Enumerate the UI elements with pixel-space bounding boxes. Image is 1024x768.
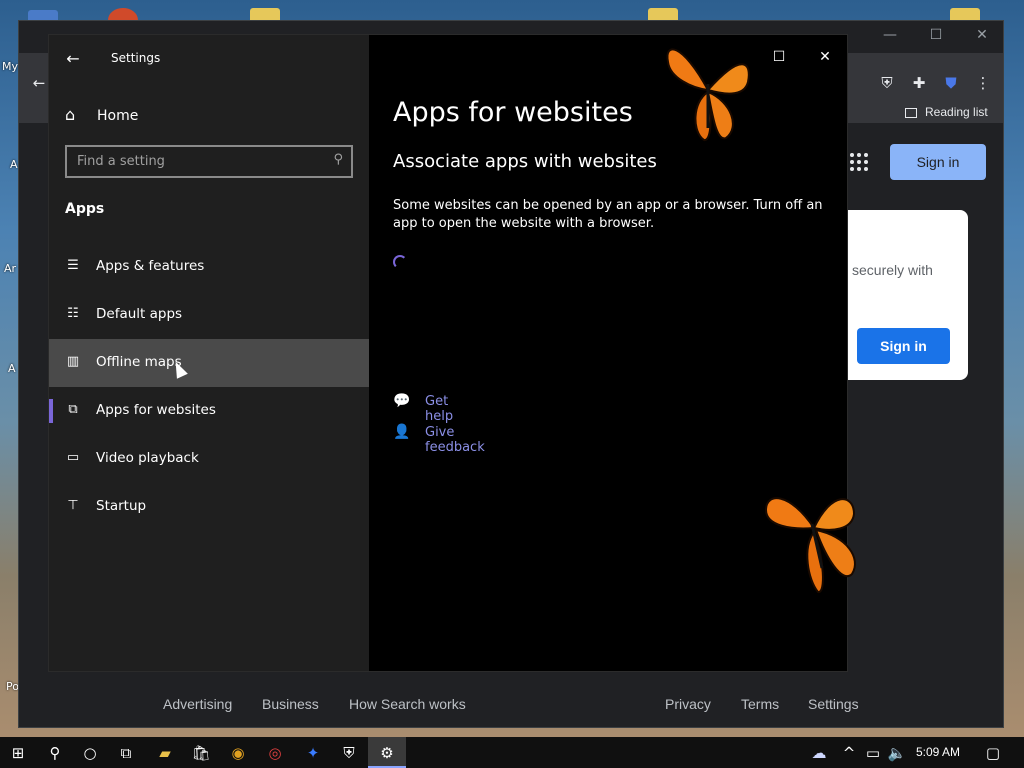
settings-sidebar: ⌂ Home Find a setting ⚲ Apps ☰ Apps & fe… [49, 35, 369, 671]
feedback-person-icon: 👤 [393, 424, 411, 440]
search-icon[interactable]: ⚲ [44, 742, 66, 764]
extensions-puzzle-icon[interactable]: ✚ [909, 73, 929, 93]
section-title: Associate apps with websites [393, 151, 657, 172]
reading-list-button[interactable]: Reading list [905, 105, 988, 119]
app-blue-icon[interactable]: ✦ [302, 742, 324, 764]
search-icon: ⚲ [333, 152, 343, 167]
footer-business-link[interactable]: Business [262, 696, 319, 712]
loading-spinner-icon [393, 255, 407, 269]
sidebar-home[interactable]: ⌂ Home [49, 99, 369, 133]
settings-gear-icon[interactable]: ⚙ [376, 742, 398, 764]
butterfly-icon [666, 48, 750, 141]
footer-advertising-link[interactable]: Advertising [163, 696, 232, 712]
help-chat-icon: 💬 [393, 393, 411, 409]
chrome-maximize-button[interactable]: ☐ [921, 27, 951, 43]
chrome-minimize-button[interactable]: — [875, 27, 905, 43]
taskbar-clock[interactable]: 5:09 AM [916, 745, 960, 759]
sidebar-item-label: Video playback [96, 450, 199, 466]
task-view-icon[interactable]: ⧉ [115, 742, 137, 764]
startup-icon: ⊤ [67, 498, 79, 513]
chrome-close-button[interactable]: ✕ [967, 27, 997, 43]
list-icon: ☰ [67, 258, 79, 273]
sidebar-item-apps-features[interactable]: ☰ Apps & features [49, 243, 369, 291]
footer-how-search-works-link[interactable]: How Search works [349, 696, 466, 712]
sidebar-item-label: Offline maps [96, 354, 182, 370]
get-help-label: Get help [425, 394, 454, 424]
desktop-label: A [10, 158, 18, 171]
onedrive-cloud-icon[interactable]: ☁ [808, 742, 830, 764]
video-icon: ▭ [66, 450, 80, 465]
sidebar-item-default-apps[interactable]: ☷ Default apps [49, 291, 369, 339]
chrome-icon[interactable]: ◉ [227, 742, 249, 764]
notifications-icon[interactable]: ▢ [982, 742, 1004, 764]
volume-muted-icon[interactable]: 🔈 [886, 742, 908, 764]
page-title: Apps for websites [393, 97, 633, 128]
sidebar-item-video-playback[interactable]: ▭ Video playback [49, 435, 369, 483]
sidebar-item-label: Default apps [96, 306, 183, 322]
selection-indicator [49, 399, 53, 423]
sidebar-item-apps-for-websites[interactable]: ⧉ Apps for websites [49, 387, 369, 435]
adblock-extension-icon[interactable]: ⛨ [877, 73, 897, 93]
card-sign-in-button[interactable]: Sign in [857, 328, 950, 364]
reading-list-label: Reading list [925, 105, 988, 119]
sign-in-card: securely with Sign in [848, 210, 968, 380]
sidebar-item-offline-maps[interactable]: ▥ Offline maps [49, 339, 369, 387]
store-icon[interactable]: 🛍 [190, 742, 212, 764]
map-icon: ▥ [66, 354, 80, 369]
file-explorer-icon[interactable]: ▰ [154, 742, 176, 764]
section-header: Apps [65, 201, 105, 217]
back-arrow-icon[interactable]: ← [61, 47, 85, 71]
chrome-menu-icon[interactable]: ⋮ [973, 73, 993, 93]
taskbar: ⊞ ⚲ ○ ⧉ ▰ 🛍 ◉ ◎ ✦ ⛨ ⚙ ☁ ^ ▭ 🔈 5:09 AM ▢ [0, 737, 1024, 768]
desktop-label: Ar [4, 262, 17, 275]
footer-terms-link[interactable]: Terms [741, 696, 779, 712]
sign-in-card-text: securely with [852, 262, 933, 278]
windows-start-icon[interactable]: ⊞ [7, 742, 29, 764]
give-feedback-label: Give feedback [425, 425, 485, 455]
sidebar-item-label: Startup [96, 498, 147, 514]
google-sign-in-button[interactable]: Sign in [890, 144, 986, 180]
cortana-icon[interactable]: ○ [79, 742, 101, 764]
security-icon[interactable]: ⛨ [338, 742, 360, 764]
chrome-back-icon[interactable]: ← [29, 73, 49, 93]
desktop-label: A [8, 362, 16, 375]
google-apps-icon[interactable] [850, 153, 868, 171]
window-title: Settings [111, 51, 161, 65]
sidebar-item-startup[interactable]: ⊤ Startup [49, 483, 369, 531]
app-link-icon: ⧉ [68, 402, 78, 417]
footer-privacy-link[interactable]: Privacy [665, 696, 711, 712]
butterfly-icon [764, 497, 856, 593]
sidebar-item-label: Apps for websites [96, 402, 216, 418]
home-icon: ⌂ [65, 105, 76, 124]
network-icon[interactable]: ▭ [862, 742, 884, 764]
description-text: Some websites can be opened by an app or… [393, 198, 823, 231]
default-apps-icon: ☷ [67, 306, 79, 321]
desktop-label: My [2, 60, 19, 73]
home-label: Home [97, 108, 139, 124]
shield-extension-icon[interactable]: ⛊ [941, 73, 961, 93]
reading-list-icon [905, 107, 917, 118]
find-setting-input[interactable]: Find a setting ⚲ [65, 145, 353, 178]
footer-settings-link[interactable]: Settings [808, 696, 859, 712]
search-placeholder: Find a setting [77, 154, 165, 169]
chevron-up-icon[interactable]: ^ [838, 742, 860, 764]
app-red-icon[interactable]: ◎ [264, 742, 286, 764]
sidebar-item-label: Apps & features [96, 258, 205, 274]
